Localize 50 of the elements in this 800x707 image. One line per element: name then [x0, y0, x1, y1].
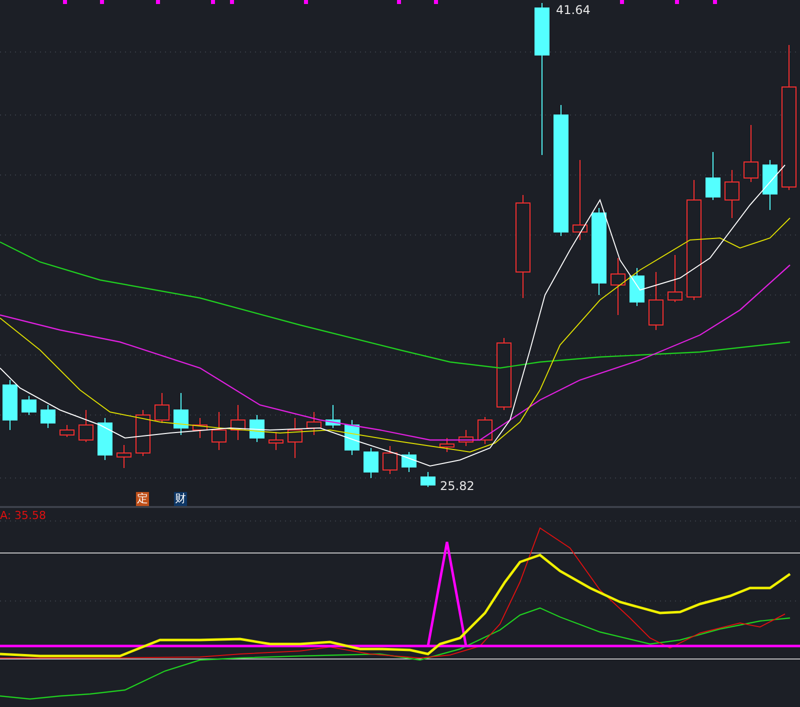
candlestick: [762, 160, 778, 210]
candlestick: [610, 258, 626, 316]
candlestick: [60, 424, 74, 438]
candlestick: [630, 268, 644, 306]
candlestick: [78, 410, 94, 442]
signal-tick: [100, 0, 104, 4]
signal-tick: [230, 0, 234, 4]
candlestick: [364, 448, 378, 478]
candlestick: [98, 418, 112, 460]
candlestick: [724, 170, 740, 218]
signal-tick: [304, 0, 308, 4]
signal-tick: [620, 0, 624, 4]
candlestick: [2, 380, 18, 430]
candlestick: [402, 452, 416, 472]
candlestick: [250, 414, 264, 442]
candlestick: [382, 446, 398, 474]
high-price-label: 41.64: [556, 3, 590, 17]
candlestick: [212, 412, 226, 450]
event-marker[interactable]: 财: [174, 492, 187, 506]
indicator-value: A: 35.58: [0, 509, 46, 523]
signal-tick: [397, 0, 401, 4]
candlestick: [458, 430, 474, 446]
signal-tick: [63, 0, 67, 4]
candlestick: [174, 392, 188, 436]
candlestick: [40, 404, 56, 428]
candlestick: [268, 432, 284, 450]
event-marker[interactable]: 定: [136, 492, 149, 506]
signal-tick: [713, 0, 717, 4]
candlestick: [116, 444, 132, 468]
candlestick: [440, 438, 454, 452]
candlestick: [192, 418, 208, 438]
candlestick: [744, 124, 758, 182]
candlestick: [344, 420, 360, 456]
low-price-label: 25.82: [440, 479, 474, 493]
candlestick: [420, 472, 436, 488]
candlestick: [706, 152, 720, 200]
candlestick: [648, 272, 664, 330]
signal-tick: [156, 0, 160, 4]
signal-tick: [434, 0, 438, 4]
signal-tick: [211, 0, 215, 4]
candlestick: [154, 392, 170, 424]
candlestick: [136, 410, 150, 456]
candlestick: [326, 404, 340, 428]
candlestick: [288, 418, 302, 458]
candlestick: [478, 416, 492, 444]
candlestick: [22, 396, 36, 416]
signal-tick: [675, 0, 679, 4]
candlestick: [668, 254, 682, 302]
candlestick: [230, 404, 246, 440]
candlestick: [306, 412, 322, 436]
